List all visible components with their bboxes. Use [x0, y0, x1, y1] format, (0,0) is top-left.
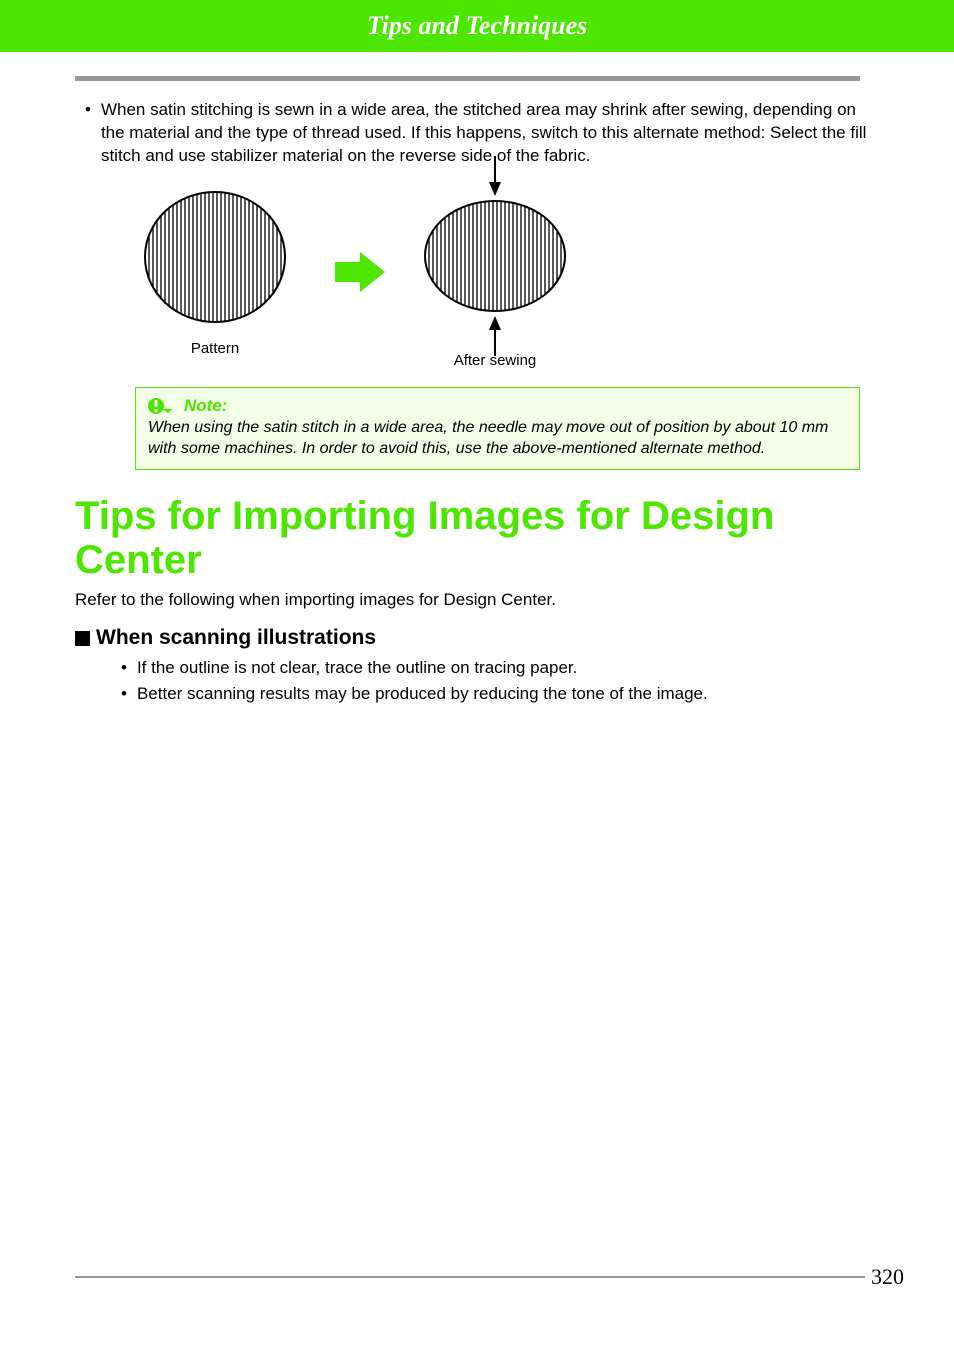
bullet-text: Better scanning results may be produced … [137, 684, 708, 704]
note-head: Note: [148, 396, 847, 416]
section-subtext: Refer to the following when importing im… [75, 590, 879, 610]
arrow-right-icon [335, 252, 385, 292]
bullet-marker: • [121, 684, 127, 704]
list-item: • If the outline is not clear, trace the… [121, 658, 879, 678]
diagram-after: After sewing [405, 156, 585, 369]
note-label: Note: [184, 396, 227, 416]
pattern-illustration [135, 182, 295, 332]
footer-divider [75, 1276, 885, 1278]
subsection-row: When scanning illustrations [75, 626, 879, 650]
alert-icon [148, 396, 172, 416]
page-number: 320 [865, 1264, 904, 1290]
note-body: When using the satin stitch in a wide ar… [148, 418, 847, 460]
page-header: Tips and Techniques [0, 0, 954, 52]
list-item: • Better scanning results may be produce… [121, 684, 879, 704]
bullet-text: If the outline is not clear, trace the o… [137, 658, 577, 678]
section-heading: Tips for Importing Images for Design Cen… [75, 494, 879, 582]
diagram-pattern: Pattern [135, 182, 295, 357]
diagram-after-label: After sewing [454, 352, 537, 369]
page-header-title: Tips and Techniques [367, 11, 588, 41]
page-content: • When satin stitching is sewn in a wide… [0, 76, 954, 704]
top-divider [75, 76, 860, 81]
diagram-pattern-label: Pattern [191, 340, 239, 357]
diagram-row: Pattern [135, 182, 879, 369]
bullet-marker: • [121, 658, 127, 678]
subsection-title: When scanning illustrations [96, 626, 376, 650]
subsection-bullets: • If the outline is not clear, trace the… [75, 658, 879, 704]
note-box: Note: When using the satin stitch in a w… [135, 387, 860, 471]
square-marker-icon [75, 631, 90, 646]
diagram-arrow [295, 182, 405, 362]
bullet-marker: • [85, 99, 91, 168]
after-sewing-illustration [405, 156, 585, 356]
